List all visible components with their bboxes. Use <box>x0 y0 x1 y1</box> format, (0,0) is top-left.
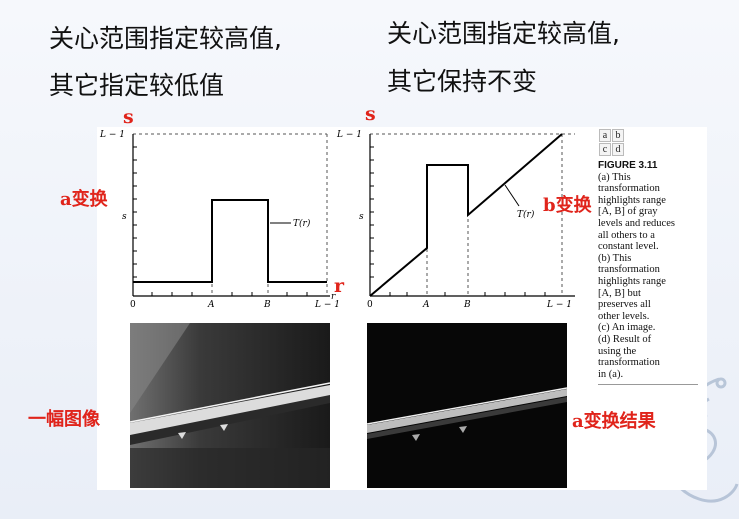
plot-b-A-label: A <box>422 300 430 310</box>
plot-a-ticks <box>133 146 308 296</box>
heading-left-line1: 关心范围指定较高值, <box>49 24 282 53</box>
plot-b-t-label: T(r) <box>517 209 535 220</box>
annotation-an-image: 一幅图像 <box>28 409 100 430</box>
heading-right-line1: 关心范围指定较高值, <box>387 19 620 48</box>
plot-b-zero-label: 0 <box>367 300 373 310</box>
plot-a: T(r) L − 1 s 0 A B L − 1 r <box>99 130 340 310</box>
heading-left-line2: 其它指定较低值 <box>49 71 225 100</box>
grid-cell-a: a <box>599 129 611 142</box>
annotation-a-transform: a变换 <box>60 189 108 210</box>
plot-a-transform-curve <box>133 199 327 283</box>
grid-cell-c: c <box>599 143 611 156</box>
plot-a-zero-label: 0 <box>130 300 136 310</box>
grid-cell-d: d <box>612 143 624 156</box>
figure-caption: FIGURE 3.11 (a) This transformation high… <box>598 160 704 380</box>
plot-a-t-label: T(r) <box>293 218 311 229</box>
plot-b-B-label: B <box>463 300 471 310</box>
result-image-drawing <box>367 323 567 488</box>
annotation-s-right: s <box>365 103 376 125</box>
result-image <box>367 323 567 488</box>
plot-a-A-label: A <box>207 300 215 310</box>
caption-rule <box>598 384 698 385</box>
figure-caption-body: (a) This transformation highlights range… <box>598 171 675 380</box>
original-image <box>130 323 330 488</box>
plot-b-s-label: s <box>359 212 364 222</box>
plot-a-B-label: B <box>263 300 271 310</box>
plot-b-xmax-label: L − 1 <box>546 300 572 310</box>
plot-b-ymax-label: L − 1 <box>336 130 362 140</box>
figure-caption-title: FIGURE 3.11 <box>598 160 658 171</box>
plot-b: T(r) L − 1 s 0 A B L − 1 <box>336 130 575 310</box>
heading-right-line2: 其它保持不变 <box>387 67 538 96</box>
plot-a-ymax-label: L − 1 <box>99 130 125 140</box>
panel-grid-legend: ab cd <box>599 129 625 157</box>
annotation-s-left: s <box>123 106 134 128</box>
annotation-b-transform: b变换 <box>543 195 592 216</box>
original-image-drawing <box>130 323 330 488</box>
grid-cell-b: b <box>612 129 624 142</box>
annotation-a-result: a变换结果 <box>572 411 656 432</box>
annotation-r-left: r <box>334 275 345 297</box>
plot-a-s-label: s <box>122 212 127 222</box>
plot-b-t-pointer <box>504 184 520 207</box>
